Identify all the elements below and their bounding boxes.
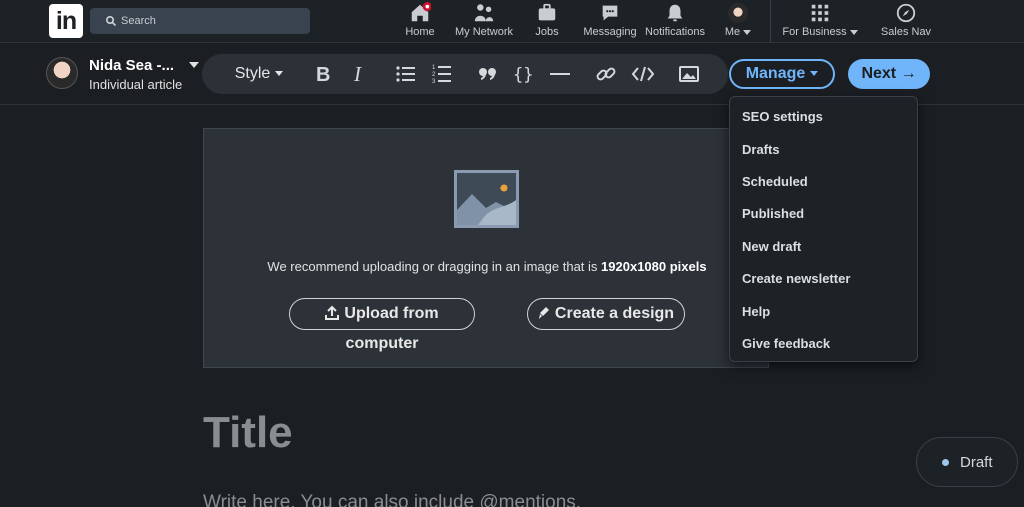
quote-button[interactable] <box>477 54 499 94</box>
nav-for-business[interactable]: For Business <box>780 2 860 42</box>
style-dropdown[interactable]: Style <box>224 54 294 94</box>
nav-notifications[interactable]: Notifications <box>641 2 709 42</box>
design-label: Create a design <box>554 305 675 322</box>
next-button[interactable]: Next → <box>848 59 930 89</box>
quote-icon <box>479 67 496 80</box>
search-placeholder: Search <box>121 15 156 27</box>
draft-label: Draft <box>960 454 993 471</box>
italic-icon: I <box>353 62 362 86</box>
chevron-down-icon <box>849 29 858 35</box>
nav-sales-nav[interactable]: Sales Nav <box>878 2 934 42</box>
upload-recommendation: We recommend uploading or dragging in an… <box>204 259 770 274</box>
code-icon <box>631 66 655 82</box>
menu-item-published[interactable]: Published <box>742 206 804 226</box>
upload-icon <box>325 305 340 320</box>
link-button[interactable] <box>594 54 618 94</box>
cover-image-dropzone[interactable]: We recommend uploading or dragging in an… <box>203 128 769 368</box>
svg-text:B: B <box>316 64 330 84</box>
menu-item-give-feedback[interactable]: Give feedback <box>742 336 830 356</box>
author-subtitle: Individual article <box>89 77 183 92</box>
article-body-input[interactable]: Write here. You can also include @mentio… <box>203 492 581 507</box>
upload-label: Upload from computer <box>344 305 439 352</box>
design-brush-icon <box>538 307 549 319</box>
nav-label: Me <box>720 26 756 38</box>
avatar <box>727 2 749 24</box>
jobs-icon <box>538 3 556 21</box>
nav-divider <box>770 0 771 43</box>
chevron-down-icon <box>275 71 284 77</box>
top-nav: in Search Home My Network Jobs Messaging… <box>0 0 1024 43</box>
formatting-toolbar: Style B I 123 {} <box>202 54 728 94</box>
menu-item-help[interactable]: Help <box>742 304 770 324</box>
compass-icon <box>896 3 916 23</box>
nav-me[interactable]: Me <box>720 2 756 42</box>
nav-label: Messaging <box>583 26 637 38</box>
chevron-down-icon <box>743 29 752 35</box>
article-title-input[interactable]: Title <box>203 408 293 458</box>
status-dot-icon <box>942 459 949 466</box>
italic-button[interactable]: I <box>346 54 372 94</box>
bold-icon: B <box>316 64 330 86</box>
image-icon <box>679 65 699 82</box>
nav-home[interactable]: Home <box>402 2 438 42</box>
nav-label: Home <box>405 26 435 38</box>
menu-item-scheduled[interactable]: Scheduled <box>742 174 808 194</box>
chevron-down-icon[interactable] <box>189 62 199 68</box>
bold-button[interactable]: B <box>310 54 336 94</box>
menu-item-drafts[interactable]: Drafts <box>742 142 780 162</box>
nav-my-network[interactable]: My Network <box>451 2 517 42</box>
image-button[interactable] <box>677 54 701 94</box>
messaging-icon <box>602 5 618 21</box>
menu-item-create-newsletter[interactable]: Create newsletter <box>742 271 850 291</box>
nav-label: My Network <box>454 26 514 38</box>
author-name: Nida Sea -... <box>89 57 175 74</box>
bullet-list-button[interactable] <box>394 54 418 94</box>
search-icon <box>105 15 117 27</box>
curly-braces-icon: {} <box>513 65 533 85</box>
nav-label: Jobs <box>535 26 559 38</box>
link-icon <box>596 67 616 81</box>
bullet-list-icon <box>396 66 415 82</box>
manage-menu: SEO settings Drafts Scheduled Published … <box>729 96 918 362</box>
nav-label: Notifications <box>645 26 705 38</box>
svg-text:{}: {} <box>513 65 533 84</box>
image-placeholder-icon <box>454 170 519 228</box>
divider-button[interactable] <box>548 54 572 94</box>
search-input[interactable]: Search <box>90 8 310 34</box>
linkedin-logo[interactable]: in <box>49 4 83 38</box>
bell-icon <box>667 4 683 22</box>
create-design-button[interactable]: Create a design <box>527 298 685 330</box>
nav-messaging[interactable]: Messaging <box>581 2 639 42</box>
nav-label: For Business <box>780 26 860 38</box>
manage-label: Manage <box>745 65 806 82</box>
author-avatar <box>46 57 78 89</box>
embed-button[interactable] <box>630 54 656 94</box>
home-icon <box>411 2 431 22</box>
upload-from-computer-button[interactable]: Upload from computer <box>289 298 475 352</box>
menu-item-seo-settings[interactable]: SEO settings <box>742 109 823 129</box>
numbered-list-button[interactable]: 123 <box>430 54 454 94</box>
draft-status-badge[interactable]: Draft <box>916 437 1018 487</box>
manage-button[interactable]: Manage <box>729 59 835 89</box>
nav-jobs[interactable]: Jobs <box>532 2 562 42</box>
chevron-down-icon <box>810 71 819 77</box>
numbered-list-icon: 123 <box>432 65 451 85</box>
horizontal-rule-icon <box>550 72 570 75</box>
menu-item-new-draft[interactable]: New draft <box>742 239 801 259</box>
network-icon <box>474 4 494 22</box>
svg-text:1: 1 <box>432 65 436 71</box>
nav-label: Sales Nav <box>880 26 932 38</box>
svg-text:I: I <box>353 64 362 84</box>
recommendation-text: We recommend uploading or dragging in an… <box>267 259 598 274</box>
grid-icon <box>811 4 829 22</box>
style-label: Style <box>234 65 271 82</box>
recommended-size: 1920x1080 pixels <box>601 259 707 274</box>
svg-text:2: 2 <box>432 72 436 78</box>
code-block-button[interactable]: {} <box>512 54 536 94</box>
svg-text:3: 3 <box>432 79 436 84</box>
